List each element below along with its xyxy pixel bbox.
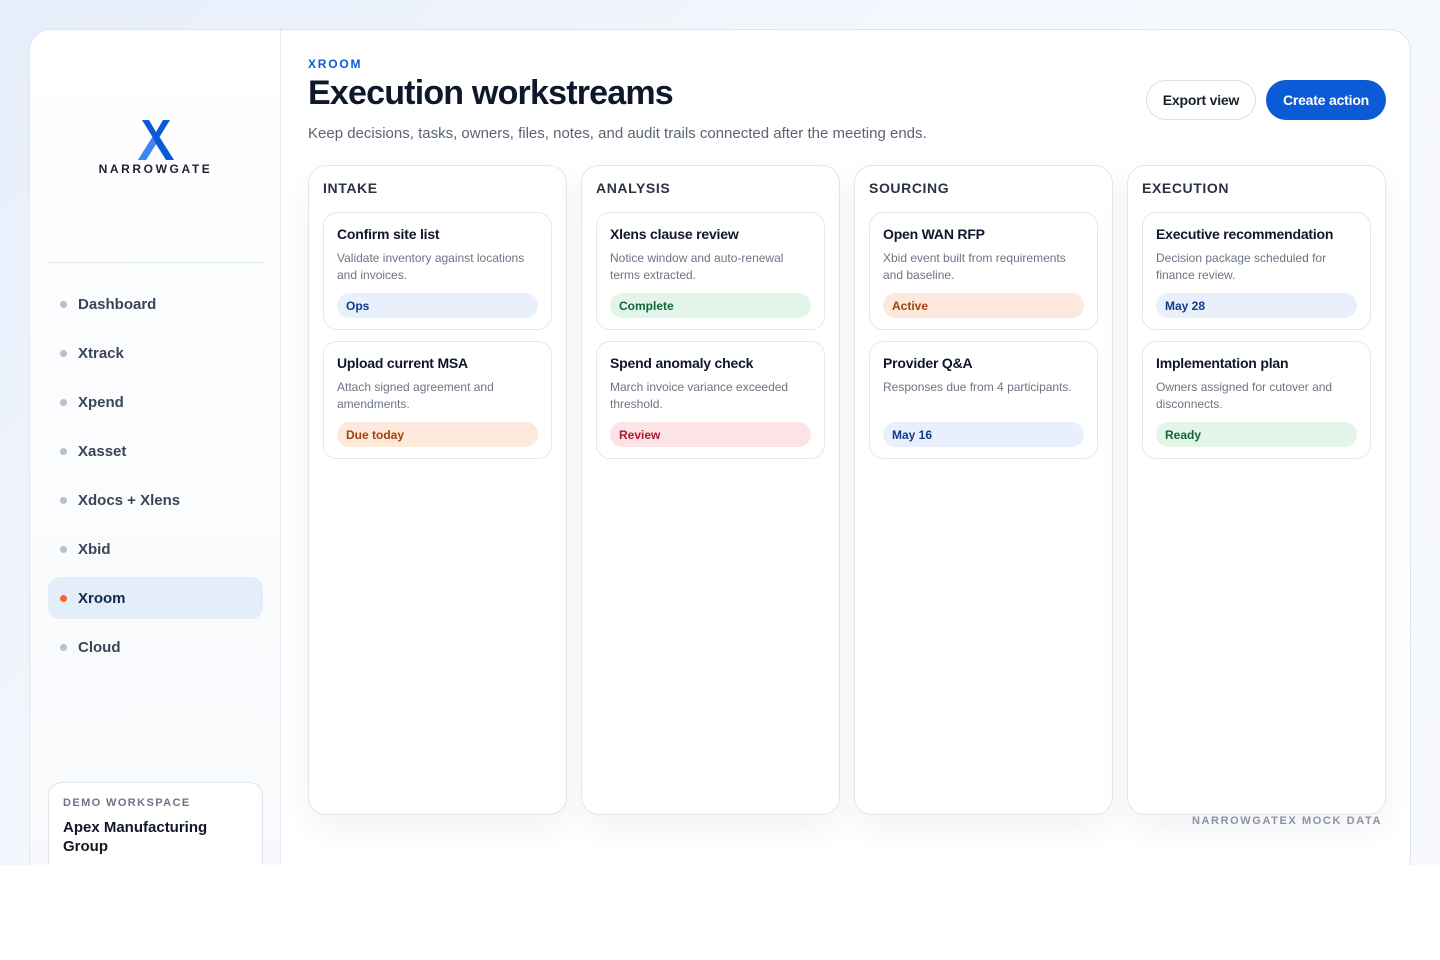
nav-dot-icon <box>60 398 67 406</box>
sidebar-item-xroom[interactable]: Xroom <box>48 577 263 619</box>
column-title: SOURCING <box>869 180 950 196</box>
nav-dot-icon <box>60 349 67 357</box>
sidebar-item-label: Xpend <box>78 393 124 411</box>
card-title: Open WAN RFP <box>883 226 985 242</box>
page-subtitle: Keep decisions, tasks, owners, files, no… <box>308 125 927 142</box>
create-action-button[interactable]: Create action <box>1266 80 1386 120</box>
column-title: EXECUTION <box>1142 180 1230 196</box>
sidebar-item-label: Xroom <box>78 589 126 607</box>
nav-dot-icon <box>60 496 67 504</box>
card-title: Xlens clause review <box>610 226 739 242</box>
task-card[interactable]: Implementation plan Owners assigned for c… <box>1142 341 1371 459</box>
sidebar-item-label: Xbid <box>78 540 111 558</box>
column-title: ANALYSIS <box>596 180 671 196</box>
card-description: March invoice variance exceeded threshol… <box>610 380 789 411</box>
task-card[interactable]: Spend anomaly check March invoice varianc… <box>596 341 825 459</box>
task-card[interactable]: Executive recommendation Decision package… <box>1142 212 1371 330</box>
brand-name: NARROWGATE <box>98 162 213 176</box>
card-title: Executive recommendation <box>1156 226 1334 242</box>
page-bottom <box>0 865 1440 960</box>
page-title: Execution workstreams <box>308 74 674 112</box>
task-card[interactable]: Open WAN RFP Xbid event built from requir… <box>869 212 1098 330</box>
brand-logo[interactable]: NARROWGATE <box>30 120 281 176</box>
status-badge: Ops <box>337 293 538 318</box>
card-title: Provider Q&A <box>883 355 973 371</box>
card-description: Owners assigned for cutover and disconne… <box>1156 380 1333 411</box>
sidebar-item-xtrack[interactable]: Xtrack <box>48 332 263 374</box>
app-window: NARROWGATE Dashboard Xtrack Xpend Xasset Xdo… <box>29 29 1411 879</box>
column-sourcing: SOURCING Open WAN RFP Xbid event built fro… <box>854 165 1113 815</box>
sidebar-nav: Dashboard Xtrack Xpend Xasset Xdocs + Xlens X… <box>48 283 263 675</box>
card-description: Validate inventory against locations and… <box>337 251 525 282</box>
sidebar-item-xasset[interactable]: Xasset <box>48 430 263 472</box>
nav-dot-icon <box>60 545 67 553</box>
card-title: Spend anomaly check <box>610 355 754 371</box>
nav-dot-icon <box>60 594 67 602</box>
card-title: Confirm site list <box>337 226 440 242</box>
card-title: Upload current MSA <box>337 355 468 371</box>
card-description: Attach signed agreement and amendments. <box>337 380 494 411</box>
status-badge: Complete <box>610 293 811 318</box>
task-card[interactable]: Provider Q&A Responses due from 4 partici… <box>869 341 1098 459</box>
status-badge: May 28 <box>1156 293 1357 318</box>
sidebar: NARROWGATE Dashboard Xtrack Xpend Xasset Xdo… <box>30 30 281 878</box>
page-eyebrow: XROOM <box>308 57 363 71</box>
sidebar-item-label: Cloud <box>78 638 121 656</box>
workspace-label: DEMO WORKSPACE <box>63 797 191 809</box>
sidebar-item-dashboard[interactable]: Dashboard <box>48 283 263 325</box>
export-view-button[interactable]: Export view <box>1146 80 1256 120</box>
task-card[interactable]: Confirm site list Validate inventory agai… <box>323 212 552 330</box>
kanban-board: INTAKE Confirm site list Validate inventor… <box>308 165 1386 815</box>
sidebar-item-label: Dashboard <box>78 295 157 313</box>
sidebar-item-cloud[interactable]: Cloud <box>48 626 263 668</box>
status-badge: May 16 <box>883 422 1084 447</box>
status-badge: Due today <box>337 422 538 447</box>
narrowgate-x-icon <box>137 120 174 160</box>
column-analysis: ANALYSIS Xlens clause review Notice window… <box>581 165 840 815</box>
task-card[interactable]: Upload current MSA Attach signed agreemen… <box>323 341 552 459</box>
sidebar-item-xdocs-xlens[interactable]: Xdocs + Xlens <box>48 479 263 521</box>
card-description: Responses due from 4 participants. <box>883 380 1072 394</box>
card-description: Decision package scheduled for finance r… <box>1156 251 1327 282</box>
workspace-name: Apex Manufacturing Group <box>63 819 208 855</box>
column-execution: EXECUTION Executive recommendation Decisio… <box>1127 165 1386 815</box>
column-title: INTAKE <box>323 180 378 196</box>
sidebar-item-label: Xtrack <box>78 344 124 362</box>
card-description: Notice window and auto-renewal terms ext… <box>610 251 784 282</box>
card-title: Implementation plan <box>1156 355 1289 371</box>
sidebar-item-xbid[interactable]: Xbid <box>48 528 263 570</box>
sidebar-item-label: Xdocs + Xlens <box>78 491 181 509</box>
sidebar-item-xpend[interactable]: Xpend <box>48 381 263 423</box>
nav-dot-icon <box>60 300 67 308</box>
status-badge: Active <box>883 293 1084 318</box>
column-intake: INTAKE Confirm site list Validate inventor… <box>308 165 567 815</box>
status-badge: Review <box>610 422 811 447</box>
sidebar-divider <box>48 262 263 263</box>
card-description: Xbid event built from requirements and b… <box>883 251 1066 282</box>
nav-dot-icon <box>60 643 67 651</box>
sidebar-item-label: Xasset <box>78 442 127 460</box>
mock-data-watermark: NARROWGATEX MOCK DATA <box>1191 815 1382 827</box>
task-card[interactable]: Xlens clause review Notice window and aut… <box>596 212 825 330</box>
status-badge: Ready <box>1156 422 1357 447</box>
nav-dot-icon <box>60 447 67 455</box>
main-content: XROOM Execution workstreams Keep decisio… <box>282 30 1410 878</box>
